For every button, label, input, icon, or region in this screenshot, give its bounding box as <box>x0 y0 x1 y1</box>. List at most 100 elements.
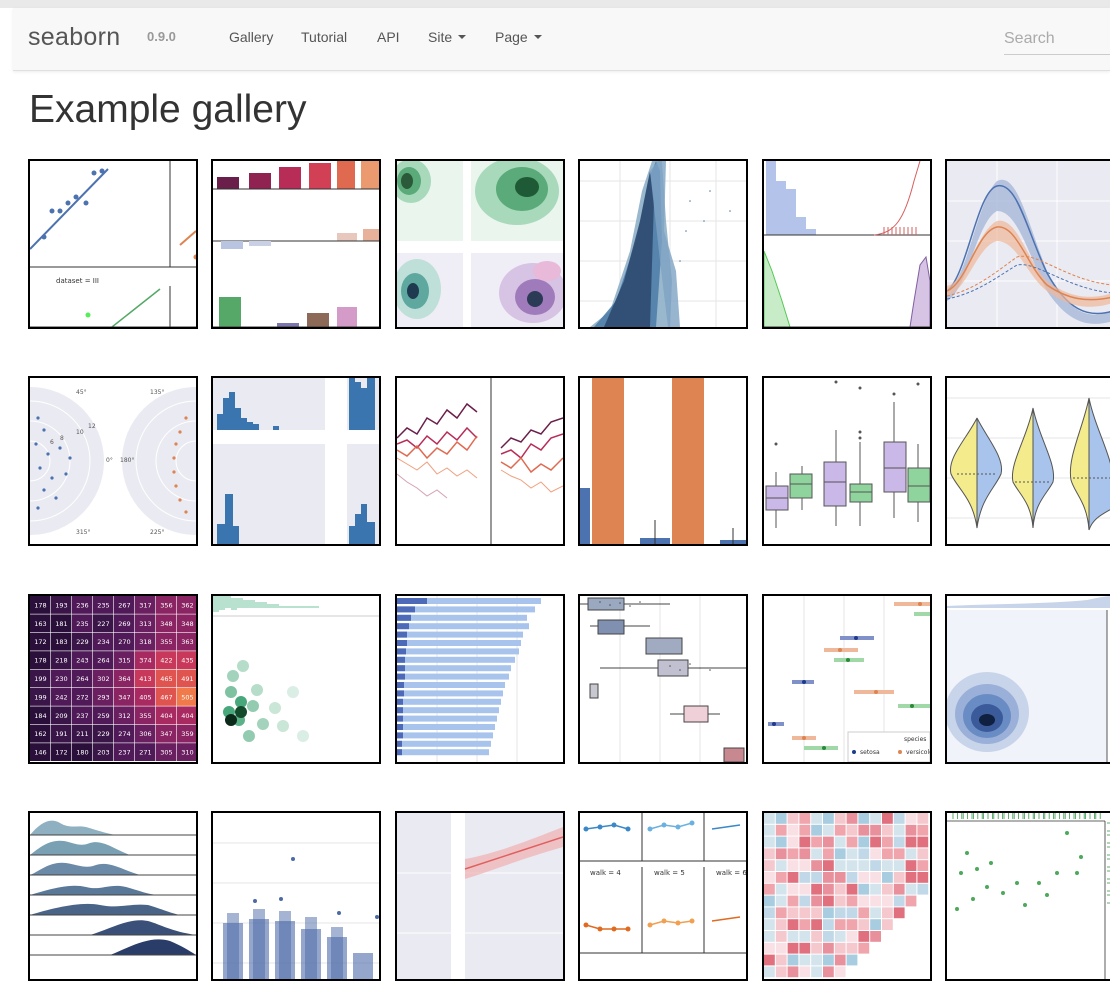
gallery-thumb-boxplot-swarm[interactable] <box>578 594 748 764</box>
heatmap-value: 312 <box>118 712 130 720</box>
heatmap-value: 293 <box>97 693 109 701</box>
polar-tick: 6 <box>50 439 54 446</box>
heatmap-value: 180 <box>76 749 88 757</box>
gallery-thumb-pointplot-facets[interactable]: walk = 4 walk = 5 walk = 6 <box>578 811 748 981</box>
nav-page-label: Page <box>495 29 528 45</box>
heatmap-value: 193 <box>55 601 67 609</box>
heatmap-value: 359 <box>181 730 193 738</box>
gallery-thumb-strip-pointplot[interactable]: species setosa versicolo <box>762 594 932 764</box>
gallery-thumb-hexbin-joint[interactable] <box>211 594 381 764</box>
heatmap-value: 178 <box>34 601 46 609</box>
top-strip <box>0 0 1110 8</box>
legend-item: versicolo <box>906 749 930 756</box>
facet-label: walk = 4 <box>590 869 621 877</box>
gallery-thumb-annotated-heatmap[interactable]: 178 193 236 235 267 317 356 362 163 181 235 227 269 3… <box>28 594 198 764</box>
gallery-thumb-distplot-grid[interactable] <box>762 159 932 329</box>
heatmap-value: 242 <box>55 693 67 701</box>
heatmap-value: 435 <box>181 657 193 665</box>
version-label: 0.9.0 <box>147 29 176 44</box>
heatmap-value: 318 <box>139 638 151 646</box>
heatmap-value: 347 <box>160 730 172 738</box>
heatmap-value: 313 <box>139 620 151 628</box>
gallery-thumb-factorplot-bars[interactable] <box>211 159 381 329</box>
gallery-thumb-ridgeplot[interactable] <box>28 811 198 981</box>
heatmap-value: 181 <box>55 620 67 628</box>
heatmap-value: 491 <box>181 675 193 683</box>
heatmap-value: 264 <box>97 657 109 665</box>
gallery-thumb-kde-pairgrid[interactable] <box>395 159 565 329</box>
heatmap-value: 347 <box>118 693 130 701</box>
caret-down-icon <box>533 35 542 40</box>
gallery-thumb-grouped-boxplot[interactable] <box>762 376 932 546</box>
heatmap-value: 363 <box>181 638 193 646</box>
nav-tutorial-link[interactable]: Tutorial <box>301 29 347 45</box>
heatmap-value: 404 <box>181 712 193 720</box>
polar-tick: 180° <box>120 457 134 464</box>
heatmap-value: 315 <box>118 657 130 665</box>
heatmap-value: 237 <box>76 712 88 720</box>
heatmap-value: 203 <box>97 749 109 757</box>
heatmap-value: 162 <box>34 730 46 738</box>
heatmap-value: 264 <box>76 675 88 683</box>
gallery-thumb-rug-scatter[interactable] <box>945 811 1110 981</box>
heatmap-value: 191 <box>55 730 67 738</box>
heatmap-value: 364 <box>118 675 130 683</box>
heatmap-value: 146 <box>34 749 46 757</box>
facet-label: walk = 5 <box>654 869 685 877</box>
gallery-thumb-regression-ci[interactable] <box>395 811 565 981</box>
heatmap-value: 355 <box>160 638 172 646</box>
gallery-thumb-correlation-heatmap[interactable] <box>762 811 932 981</box>
nav-site-label: Site <box>428 29 453 45</box>
polar-tick: 12 <box>88 423 96 430</box>
heatmap-value: 405 <box>139 693 151 701</box>
gallery-thumb-dense-scatter[interactable] <box>578 159 748 329</box>
heatmap-value: 362 <box>181 601 193 609</box>
heatmap-value: 227 <box>97 620 109 628</box>
gallery-thumb-grouped-bars[interactable] <box>578 376 748 546</box>
gallery-thumb-random-walks[interactable] <box>395 376 565 546</box>
gallery-thumb-polar-facets[interactable]: 45° 135° 0° 180° 315° 225° 12 10 8 6 <box>28 376 198 546</box>
heatmap-value: 271 <box>139 749 151 757</box>
heatmap-value: 270 <box>118 638 130 646</box>
nav-page-dropdown[interactable]: Page <box>495 29 542 45</box>
heatmap-value: 317 <box>139 601 151 609</box>
heatmap-value: 243 <box>76 657 88 665</box>
heatmap-value: 183 <box>55 638 67 646</box>
navbar: seaborn 0.9.0 Gallery Tutorial API Site … <box>13 8 1110 71</box>
nav-site-dropdown[interactable]: Site <box>428 29 467 45</box>
polar-tick: 45° <box>76 389 87 396</box>
nav-api-link[interactable]: API <box>377 29 400 45</box>
gallery-thumb-histogram-grid[interactable] <box>211 376 381 546</box>
polar-tick: 8 <box>60 435 64 442</box>
heatmap-value: 348 <box>181 620 193 628</box>
heatmap-value: 235 <box>97 601 109 609</box>
caret-down-icon <box>458 35 467 40</box>
heatmap-value: 259 <box>97 712 109 720</box>
gallery-thumb-split-violins[interactable] <box>945 376 1110 546</box>
heatmap-value: 199 <box>34 675 46 683</box>
heatmap-value: 269 <box>118 620 130 628</box>
search-input[interactable] <box>1004 24 1110 55</box>
gallery-thumb-joint-kde[interactable] <box>945 594 1110 764</box>
gallery-thumb-horizontal-bars[interactable] <box>395 594 565 764</box>
nav-gallery-link[interactable]: Gallery <box>229 29 273 45</box>
heatmap-value: 374 <box>139 657 151 665</box>
polar-tick: 135° <box>150 389 164 396</box>
heatmap-value: 184 <box>34 712 46 720</box>
heatmap-value: 211 <box>76 730 88 738</box>
gallery-thumb-timeseries-bands[interactable] <box>945 159 1110 329</box>
legend-item: setosa <box>860 749 880 756</box>
polar-tick: 10 <box>76 429 84 436</box>
brand-logo[interactable]: seaborn <box>28 23 120 52</box>
gallery-thumb-letter-value-plot[interactable] <box>211 811 381 981</box>
heatmap-value: 422 <box>160 657 172 665</box>
heatmap-value: 505 <box>181 693 193 701</box>
heatmap-value: 355 <box>139 712 151 720</box>
heatmap-value: 229 <box>97 730 109 738</box>
heatmap-value: 172 <box>55 749 67 757</box>
heatmap-value: 229 <box>76 638 88 646</box>
heatmap-value: 302 <box>97 675 109 683</box>
gallery-thumb-anscombe-quartet[interactable]: dataset = III <box>28 159 198 329</box>
heatmap-value: 237 <box>118 749 130 757</box>
heatmap-value: 172 <box>34 638 46 646</box>
